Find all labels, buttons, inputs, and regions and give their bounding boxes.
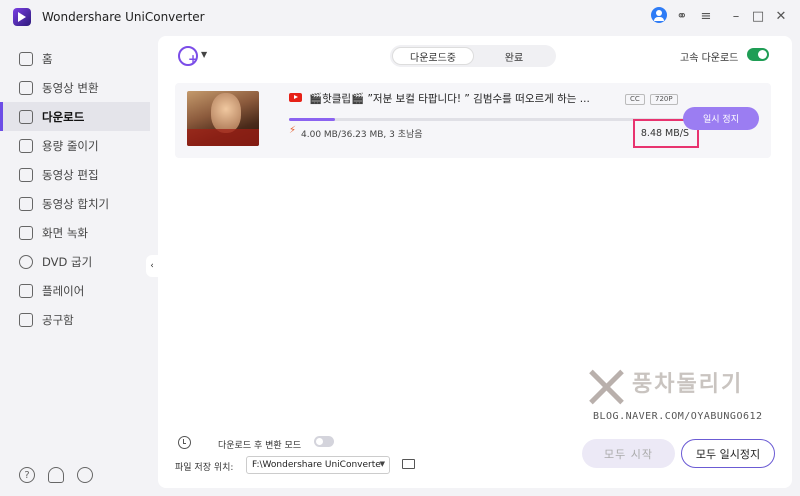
maximize-icon[interactable]: □ xyxy=(748,6,768,26)
sidebar-item-label: DVD 굽기 xyxy=(42,254,93,269)
sidebar-bottom-icons: ? xyxy=(0,467,150,487)
sidebar-item-download[interactable]: 다운로드 xyxy=(0,102,150,131)
tab-completed[interactable]: 완료 xyxy=(474,47,554,65)
download-size-status: 4.00 MB/36.23 MB, 3 초남음 xyxy=(301,130,423,140)
add-download-icon[interactable] xyxy=(178,46,198,66)
sidebar-item-video-merge[interactable]: 동영상 합치기 xyxy=(0,189,150,218)
save-path-label: 파일 저장 위치: xyxy=(175,463,234,473)
scissors-icon xyxy=(19,167,33,182)
player-icon xyxy=(19,283,33,298)
sidebar-item-label: 홈 xyxy=(42,51,53,66)
download-tabs: 다운로드중 완료 xyxy=(390,45,556,67)
user-account-icon[interactable] xyxy=(651,7,667,23)
home-icon xyxy=(19,51,33,66)
download-progress-fill xyxy=(289,118,336,121)
support-headset-icon[interactable]: ⚭ xyxy=(672,6,692,26)
sidebar-item-label: 화면 녹화 xyxy=(42,225,88,240)
save-path-select[interactable]: F:\Wondershare UniConverte ▼ xyxy=(246,456,390,474)
menu-icon[interactable]: ≡ xyxy=(696,6,716,26)
sidebar-item-video-convert[interactable]: 동영상 변환 xyxy=(0,73,150,102)
compress-icon xyxy=(19,138,33,153)
sidebar-item-toolbox[interactable]: 공구함 xyxy=(0,305,150,334)
minimize-icon[interactable]: – xyxy=(726,6,746,26)
watermark-text: 풍차돌리기 xyxy=(632,372,744,397)
title-bar: Wondershare UniConverter ⚭ ≡ – □ ✕ xyxy=(0,0,800,34)
app-title: Wondershare UniConverter xyxy=(42,10,205,24)
sidebar-item-video-edit[interactable]: 동영상 편집 xyxy=(0,160,150,189)
bell-icon[interactable] xyxy=(48,467,64,483)
sidebar-item-screen-record[interactable]: 화면 녹화 xyxy=(0,218,150,247)
high-speed-download-label: 고속 다운로드 xyxy=(680,53,739,64)
quality-badge: 720P xyxy=(650,94,678,105)
download-title: 🎬핫클립🎬 ”저분 보컬 타팝니다! ” 김범수를 떠오르게 하는 ... xyxy=(309,93,590,105)
toolbox-icon xyxy=(19,312,33,327)
pause-all-button[interactable]: 모두 일시정지 xyxy=(681,439,775,468)
start-all-button[interactable]: 모두 시작 xyxy=(582,439,675,468)
sidebar-item-label: 동영상 합치기 xyxy=(42,196,110,211)
high-speed-download-toggle[interactable] xyxy=(747,48,769,61)
windmill-watermark-icon xyxy=(584,365,628,409)
sidebar-item-label: 플레이어 xyxy=(42,283,85,298)
download-item: 🎬핫클립🎬 ”저분 보컬 타팝니다! ” 김범수를 떠오르게 하는 ... CC… xyxy=(175,83,771,158)
download-icon xyxy=(19,109,33,124)
lightning-icon: ⚡ xyxy=(289,125,297,136)
sidebar-item-dvd-burn[interactable]: DVD 굽기 xyxy=(0,247,150,276)
sidebar-item-label: 다운로드 xyxy=(42,109,85,124)
convert-after-download-label: 다운로드 후 변환 모드 xyxy=(218,441,302,451)
help-icon[interactable]: ? xyxy=(19,467,35,483)
app-logo-icon xyxy=(13,8,31,26)
folder-icon[interactable] xyxy=(402,459,415,469)
video-thumbnail xyxy=(187,91,259,146)
youtube-icon xyxy=(289,93,302,102)
pause-button[interactable]: 일시 정지 xyxy=(683,107,759,130)
close-icon[interactable]: ✕ xyxy=(771,6,791,26)
record-icon xyxy=(19,225,33,240)
convert-icon xyxy=(19,80,33,95)
sidebar-item-player[interactable]: 플레이어 xyxy=(0,276,150,305)
cc-badge: CC xyxy=(625,94,645,105)
sidebar-collapse-button[interactable]: ‹ xyxy=(146,255,158,277)
sidebar-item-home[interactable]: 홈 xyxy=(0,44,150,73)
sidebar-item-label: 용량 줄이기 xyxy=(42,138,99,153)
chevron-down-icon: ▼ xyxy=(379,460,385,468)
sidebar-item-label: 동영상 변환 xyxy=(42,80,99,95)
sidebar-item-label: 동영상 편집 xyxy=(42,167,99,182)
sidebar: 홈 동영상 변환 다운로드 용량 줄이기 동영상 편집 동영상 합치기 화면 녹… xyxy=(0,34,150,496)
sidebar-item-label: 공구함 xyxy=(42,312,74,327)
merge-icon xyxy=(19,196,33,211)
chevron-down-icon[interactable]: ▼ xyxy=(201,50,207,59)
feedback-icon[interactable] xyxy=(77,467,93,483)
clock-icon xyxy=(178,436,191,449)
disc-icon xyxy=(19,254,33,269)
sidebar-item-compress[interactable]: 용량 줄이기 xyxy=(0,131,150,160)
convert-after-download-toggle[interactable] xyxy=(314,436,334,447)
tab-downloading[interactable]: 다운로드중 xyxy=(392,47,474,65)
save-path-value: F:\Wondershare UniConverte xyxy=(252,460,381,470)
watermark-url: BLOG.NAVER.COM/OYABUNGO612 xyxy=(593,411,763,422)
